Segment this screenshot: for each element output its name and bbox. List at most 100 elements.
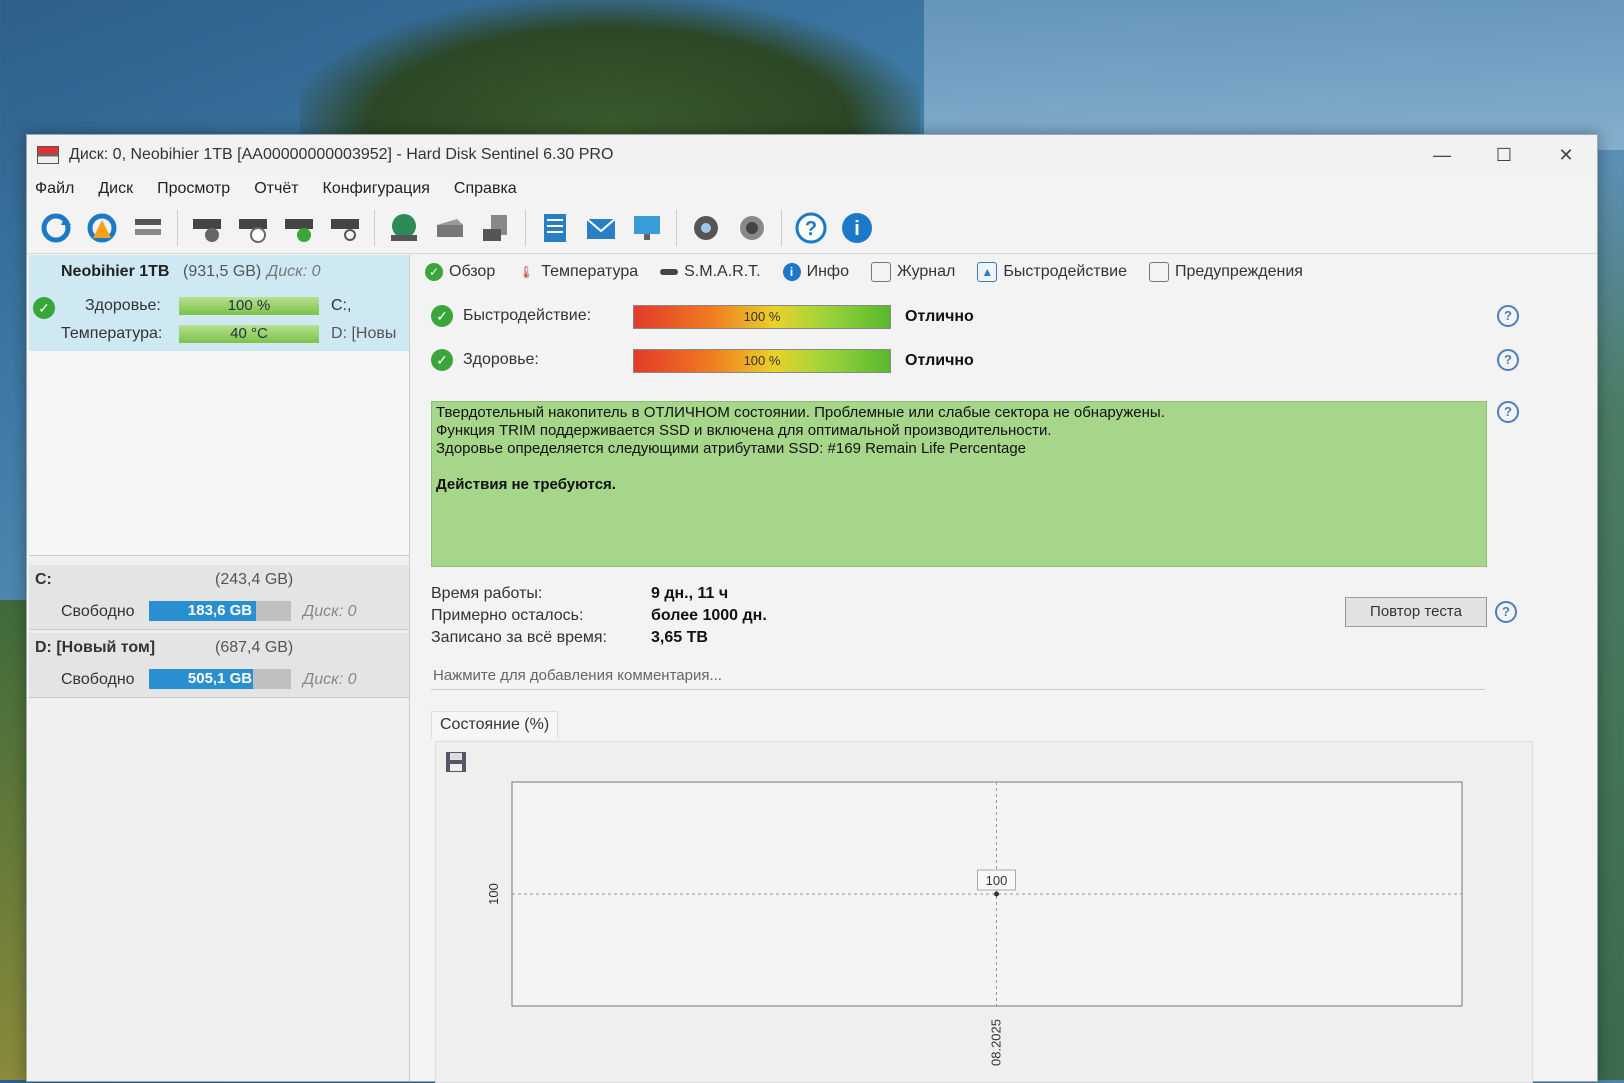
- disk-list-empty-area: [29, 351, 409, 556]
- disk-timer-icon[interactable]: [234, 209, 272, 247]
- toolbar-separator: [676, 210, 677, 246]
- free-label: Свободно: [61, 671, 135, 688]
- health-chart: 100 100 08.2025: [486, 781, 1463, 1066]
- computer-icon[interactable]: [628, 209, 666, 247]
- remaining-label: Примерно осталось:: [431, 607, 584, 624]
- menu-view[interactable]: Просмотр: [157, 180, 230, 198]
- speaker-icon[interactable]: [733, 209, 771, 247]
- free-space-bar: 183,6 GB: [149, 601, 291, 621]
- toolbar-separator: [525, 210, 526, 246]
- volume-disk: Диск: 0: [303, 671, 357, 688]
- tab-alerts[interactable]: Предупреждения: [1145, 262, 1307, 282]
- disk-card[interactable]: Neobihier 1TB (931,5 GB) Диск: 0 ✓ Здоро…: [29, 255, 409, 352]
- refresh-warning-icon[interactable]: [83, 209, 121, 247]
- tab-info[interactable]: i Инфо: [779, 263, 853, 281]
- toolbar: ? i: [27, 203, 1597, 254]
- smart-icon: [660, 269, 679, 275]
- tab-log[interactable]: Журнал: [867, 262, 959, 282]
- settings-icon[interactable]: [687, 209, 725, 247]
- thermometer-icon: 🌡: [518, 265, 534, 279]
- disk-number: Диск: 0: [267, 263, 321, 280]
- mail-icon[interactable]: [582, 209, 620, 247]
- drive-icon[interactable]: [431, 209, 469, 247]
- health-bar: 100 %: [633, 349, 891, 373]
- menu-help[interactable]: Справка: [454, 180, 517, 198]
- disk-search-icon[interactable]: [326, 209, 364, 247]
- health-status: Отлично: [905, 352, 974, 369]
- maximize-button[interactable]: ☐: [1473, 135, 1535, 175]
- data-point: [994, 891, 999, 897]
- temperature-label: Температура:: [61, 325, 163, 342]
- free-space-value: 505,1 GB: [187, 670, 253, 687]
- volume-d[interactable]: D: [Новый том] (687,4 GB) Свободно 505,1…: [29, 633, 409, 698]
- close-button[interactable]: ✕: [1535, 135, 1597, 175]
- tab-temperature[interactable]: 🌡 Температура: [513, 263, 642, 281]
- chart-tab-health[interactable]: Состояние (%): [431, 711, 559, 738]
- disk-ok-icon[interactable]: [280, 209, 318, 247]
- menu-disk[interactable]: Диск: [98, 180, 133, 198]
- menu-configuration[interactable]: Конфигурация: [323, 180, 430, 198]
- wallpaper-sea: [924, 0, 1624, 150]
- written-value: 3,65 TB: [651, 629, 708, 646]
- log-icon: [870, 262, 891, 282]
- help-icon[interactable]: ?: [1497, 401, 1519, 423]
- globe-icon[interactable]: [385, 209, 423, 247]
- help-icon[interactable]: ?: [1495, 601, 1517, 623]
- disk-test-icon[interactable]: [188, 209, 226, 247]
- tab-label: Журнал: [896, 263, 956, 280]
- menu-file[interactable]: Файл: [35, 180, 74, 198]
- uptime-value: 9 дн., 11 ч: [651, 585, 729, 602]
- temperature-bar: 40 °C: [179, 325, 319, 343]
- window-title: Диск: 0, Neobihier 1TB [AA00000000003952…: [69, 146, 614, 163]
- performance-bar: 100 %: [633, 305, 891, 329]
- app-logo-icon: [37, 146, 59, 164]
- retest-button[interactable]: Повтор теста: [1345, 597, 1487, 627]
- minimize-button[interactable]: —: [1411, 135, 1473, 175]
- volume-letter: D: [Новый том]: [35, 639, 156, 656]
- title-bar: Диск: 0, Neobihier 1TB [AA00000000003952…: [27, 135, 1597, 175]
- written-label: Записано за всё время:: [431, 629, 607, 646]
- health-ok-icon: ✓: [33, 297, 55, 319]
- disk-size: (931,5 GB): [183, 263, 262, 280]
- disk-list-icon[interactable]: [129, 209, 167, 247]
- health-label: Здоровье:: [85, 297, 161, 314]
- comment-field[interactable]: Нажмите для добавления комментария...: [431, 663, 1485, 690]
- health-value: 100 %: [743, 353, 781, 368]
- alerts-icon: [1148, 262, 1169, 282]
- volume-size: (687,4 GB): [215, 639, 294, 656]
- tab-smart[interactable]: S.M.A.R.T.: [656, 263, 764, 281]
- volume-c[interactable]: C: (243,4 GB) Свободно 183,6 GB Диск: 0: [29, 565, 409, 630]
- tab-bar: ✓ Обзор 🌡 Температура S.M.A.R.T. i Инфо Жур…: [421, 255, 1321, 289]
- volume-letter: C:: [35, 571, 52, 588]
- tab-performance[interactable]: ▲ Быстродействие: [973, 262, 1131, 282]
- status-line: Твердотельный накопитель в ОТЛИЧНОМ сост…: [436, 404, 1165, 421]
- toolbar-separator: [781, 210, 782, 246]
- remaining-value: более 1000 дн.: [651, 607, 767, 624]
- health-bar: 100 %: [179, 297, 319, 315]
- help-icon[interactable]: ?: [792, 209, 830, 247]
- status-line: Здоровье определяется следующими атрибут…: [436, 440, 1027, 457]
- details-panel: ✓ Обзор 🌡 Температура S.M.A.R.T. i Инфо Жур…: [421, 255, 1597, 1083]
- help-icon[interactable]: ?: [1497, 305, 1519, 327]
- info-icon: i: [782, 263, 801, 281]
- performance-value: 100 %: [743, 309, 781, 324]
- health-chart-area: 100 100 08.2025: [435, 741, 1533, 1083]
- refresh-icon[interactable]: [37, 209, 75, 247]
- tab-overview[interactable]: ✓ Обзор: [421, 263, 499, 281]
- check-icon: ✓: [425, 263, 443, 281]
- report-icon[interactable]: [536, 209, 574, 247]
- help-icon[interactable]: ?: [1497, 349, 1519, 371]
- free-space-bar: 505,1 GB: [149, 669, 291, 689]
- tab-label: Быстродействие: [1003, 263, 1127, 280]
- menu-report[interactable]: Отчёт: [254, 180, 298, 198]
- status-message-box: Твердотельный накопитель в ОТЛИЧНОМ сост…: [431, 401, 1487, 567]
- uptime-label: Время работы:: [431, 585, 543, 602]
- tab-label: Инфо: [806, 263, 849, 280]
- menu-bar: Файл Диск Просмотр Отчёт Конфигурация Сп…: [27, 175, 1597, 203]
- disk-name: Neobihier 1TB: [61, 263, 170, 280]
- tab-label: S.M.A.R.T.: [684, 263, 761, 280]
- info-icon[interactable]: i: [838, 209, 876, 247]
- free-space-value: 183,6 GB: [187, 602, 253, 619]
- network-drive-icon[interactable]: [477, 209, 515, 247]
- performance-label: Быстродействие:: [463, 307, 592, 324]
